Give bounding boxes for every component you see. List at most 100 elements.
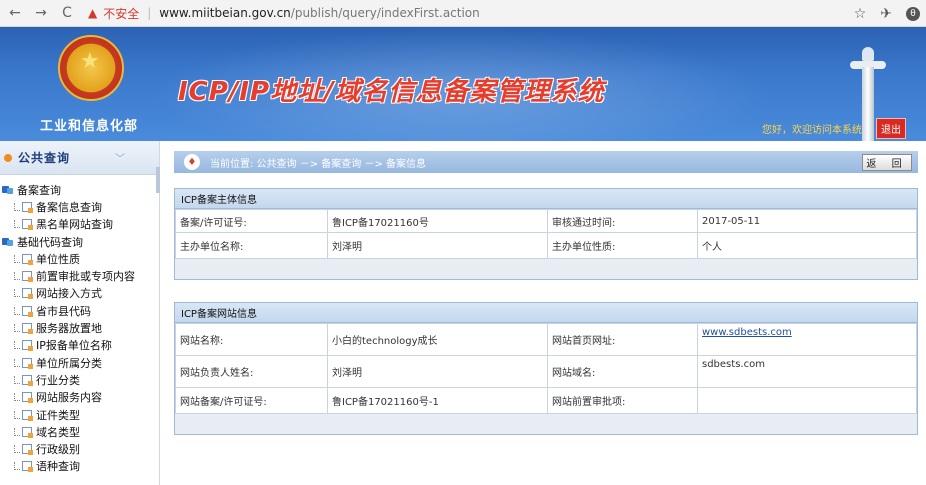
table-cell: 网站名称: [175,323,328,356]
sidebar-item[interactable]: 单位性质 [2,250,159,267]
tree-connector [14,324,20,333]
logout-button[interactable]: 退出 [876,118,906,139]
sidebar-tree: 备案查询 备案信息查询 黑名单网站查询基础代码查询 单位性质前置审批或专项内容 网站接入… [0,175,159,475]
sidebar-group[interactable]: 备案查询 [2,181,159,198]
sidebar-item[interactable]: 备案信息查询 [2,198,159,215]
tree-connector [14,202,20,211]
collapse-chevron-icon[interactable]: ﹀ [115,150,125,165]
sidebar-item[interactable]: 证件类型 [2,406,159,423]
welcome-text: 您好，欢迎访问本系统 [762,125,862,136]
breadcrumb-text: 当前位置: 公共查询 －> 备案查询 －> 备案信息 [210,158,427,170]
url-text[interactable]: www.miitbeian.gov.cn/publish/query/index… [159,6,479,20]
document-icon [22,288,33,300]
orange-dot-icon [4,153,12,162]
sidebar: 公共查询 ﹀ 备案查询 备案信息查询 黑名单网站查询基础代码查询 单位性质前置审批或专… [0,141,160,485]
subject-panel-title: ICP备案主体信息 [175,189,917,209]
tree-connector [14,445,20,454]
sidebar-header[interactable]: 公共查询 ﹀ [0,141,159,175]
folder-icon [2,185,14,195]
sidebar-title: 公共查询 [18,151,71,165]
tree-connector [14,375,20,384]
tree-connector [14,272,20,281]
table-cell: 网站备案/许可证号: [175,387,328,414]
document-icon [22,340,33,352]
sidebar-item[interactable]: 服务器放置地 [2,319,159,336]
sidebar-group[interactable]: 基础代码查询 [2,233,159,250]
tree-connector [14,254,20,263]
tree-connector [14,220,20,229]
bookmark-star-icon[interactable]: ☆ [854,6,867,22]
tree-connector [14,306,20,315]
system-title: ICP/IP地址/域名信息备案管理系统 [178,77,605,107]
table-cell: 主办单位性质: [547,232,698,259]
tree-connector [14,341,20,350]
sidebar-item[interactable]: 网站服务内容 [2,389,159,406]
national-emblem-icon: ★ [58,35,124,101]
table-cell: 主办单位名称: [175,232,328,259]
website-info-panel: ICP备案网站信息 网站名称: 小白的technology成长 网站首页网址: … [174,302,918,435]
sidebar-item[interactable]: 省市县代码 [2,302,159,319]
table-cell: 鲁ICP备17021160号 [327,209,548,233]
profile-avatar-icon[interactable]: θ [906,6,920,21]
sidebar-item[interactable]: 网站接入方式 [2,285,159,302]
sidebar-item-label: 省市县代码 [36,304,91,318]
sidebar-item[interactable]: 域名类型 [2,423,159,440]
address-bar[interactable]: ▲ 不安全 | www.miitbeian.gov.cn/publish/que… [88,5,480,22]
back-button[interactable]: 返 回 [862,154,912,171]
homepage-link[interactable]: www.sdbests.com [702,327,792,338]
document-icon [22,305,33,317]
table-cell: 小白的technology成长 [327,323,548,356]
address-separator: | [147,6,152,20]
table-row: 主办单位名称: 刘泽明 主办单位性质: 个人 [175,232,917,259]
table-cell: www.sdbests.com [697,323,917,356]
sidebar-item-label: 单位所属分类 [36,356,102,370]
warning-triangle-icon: ▲ [88,6,98,20]
sidebar-item[interactable]: 前置审批或专项内容 [2,267,159,284]
sidebar-item-label: 基础代码查询 [17,235,83,249]
table-row: 备案/许可证号: 鲁ICP备17021160号 审核通过时间: 2017-05-… [175,209,917,233]
panel-footer [175,259,917,279]
table-cell: 刘泽明 [327,232,548,259]
reload-icon[interactable]: C [60,5,74,21]
document-icon [22,374,33,386]
tree-connector [14,410,20,419]
tree-connector [14,358,20,367]
sidebar-item-label: 语种查询 [36,460,80,474]
emblem-star-icon: ★ [80,49,100,74]
forward-arrow-icon[interactable]: → [34,5,48,21]
document-icon [22,323,33,335]
sidebar-item-label: 网站服务内容 [36,391,102,405]
tree-connector [14,462,20,471]
sidebar-item[interactable]: 行政级别 [2,440,159,457]
sidebar-item[interactable]: 语种查询 [2,458,159,475]
document-icon [22,426,33,438]
sidebar-item-label: 行政级别 [36,443,80,457]
sidebar-item[interactable]: 行业分类 [2,371,159,388]
tree-connector [14,427,20,436]
header-banner: ★ 工业和信息化部 ICP/IP地址/域名信息备案管理系统 您好，欢迎访问本系统… [0,27,926,141]
browser-right-icons: ☆ ✈ θ [854,0,920,27]
extension-icon[interactable]: ✈ [880,6,892,22]
website-panel-title: ICP备案网站信息 [175,303,917,323]
table-cell: 备案/许可证号: [175,209,328,233]
location-icon: ♦ [184,154,200,170]
document-icon [22,409,33,421]
sidebar-item-label: 域名类型 [36,425,80,439]
document-icon [22,392,33,404]
sidebar-item-label: 证件类型 [36,408,80,422]
table-cell: 网站域名: [547,355,698,388]
tree-connector [14,289,20,298]
sidebar-item[interactable]: IP报备单位名称 [2,337,159,354]
table-row: 网站名称: 小白的technology成长 网站首页网址: www.sdbest… [175,323,917,356]
sidebar-item[interactable]: 单位所属分类 [2,354,159,371]
table-row: 网站备案/许可证号: 鲁ICP备17021160号-1 网站前置审批项: [175,387,917,414]
table-cell [697,387,917,414]
browser-nav: ← → C [0,5,74,21]
back-arrow-icon[interactable]: ← [8,5,22,21]
sidebar-splitter[interactable] [156,167,160,193]
pillar-column [862,67,874,141]
sidebar-item-label: 服务器放置地 [36,322,102,336]
sidebar-item[interactable]: 黑名单网站查询 [2,216,159,233]
sidebar-item-label: 前置审批或专项内容 [36,270,135,284]
main-content: ♦ 当前位置: 公共查询 －> 备案查询 －> 备案信息 返 回 ICP备案主体… [166,141,926,485]
